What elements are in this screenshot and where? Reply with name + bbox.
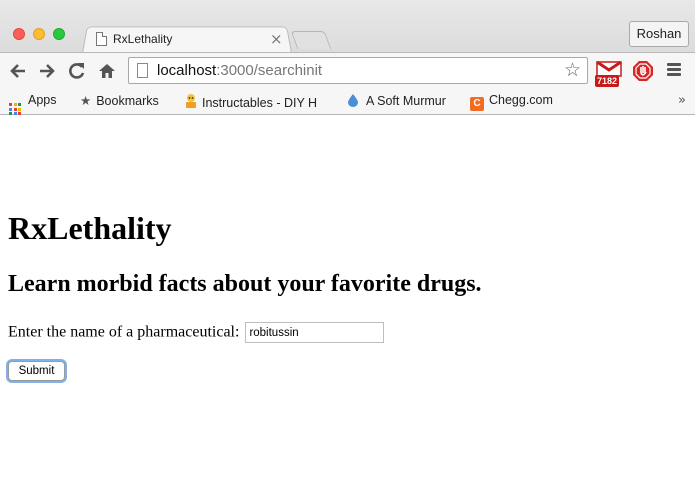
submit-button[interactable]: Submit — [8, 361, 65, 381]
home-icon[interactable] — [97, 61, 117, 81]
minimize-window-button[interactable] — [33, 28, 45, 40]
star-icon: ★ — [80, 93, 92, 108]
new-tab-button[interactable] — [290, 31, 332, 49]
chegg-icon: C — [470, 97, 484, 111]
more-bookmarks-icon[interactable]: » — [678, 93, 686, 108]
profile-button[interactable]: Roshan — [629, 21, 689, 47]
forward-arrow-icon[interactable] — [37, 61, 57, 81]
back-arrow-icon[interactable] — [8, 61, 28, 81]
reload-icon[interactable] — [67, 61, 87, 81]
tab-close-icon[interactable]: × — [270, 30, 283, 48]
bookmark-apps[interactable]: Apps — [9, 93, 57, 115]
url-text[interactable]: localhost:3000/searchinit — [157, 62, 322, 79]
tab-content[interactable]: RxLethality × — [96, 30, 286, 50]
menu-icon[interactable] — [667, 63, 681, 77]
page-icon — [96, 32, 107, 46]
toolbar: localhost:3000/searchinit ☆ 7182 — [0, 52, 695, 88]
title-bar: RxLethality × Roshan — [0, 0, 695, 53]
tab-title: RxLethality — [113, 32, 173, 46]
gmail-unread-badge: 7182 — [595, 75, 620, 87]
star-icon[interactable]: ☆ — [564, 59, 581, 81]
maximize-window-button[interactable] — [53, 28, 65, 40]
bookmark-chegg[interactable]: C Chegg.com — [470, 93, 553, 111]
drug-input-label: Enter the name of a pharmaceutical: — [8, 323, 240, 341]
bookmark-a-soft-murmur[interactable]: A Soft Murmur — [347, 93, 446, 111]
search-form: Enter the name of a pharmaceutical: — [8, 322, 385, 344]
apps-grid-icon — [9, 103, 22, 115]
page-icon — [137, 63, 148, 78]
bookmark-bookmarks[interactable]: ★ Bookmarks — [80, 93, 159, 111]
bookmark-instructables[interactable]: Instructables - DIY H — [183, 93, 317, 111]
adblock-icon[interactable] — [632, 60, 654, 82]
page-subtitle: Learn morbid facts about your favorite d… — [8, 271, 482, 297]
instructables-icon — [183, 93, 197, 108]
address-bar[interactable]: localhost:3000/searchinit ☆ — [128, 57, 588, 84]
browser-chrome: RxLethality × Roshan localhost:3000/sear… — [0, 0, 695, 115]
water-drop-icon — [347, 93, 361, 107]
page-title: RxLethality — [8, 210, 172, 246]
drug-name-input[interactable] — [245, 322, 385, 343]
bookmarks-bar: Apps ★ Bookmarks Instructables - DIY H A … — [0, 88, 695, 115]
close-window-button[interactable] — [13, 28, 25, 40]
